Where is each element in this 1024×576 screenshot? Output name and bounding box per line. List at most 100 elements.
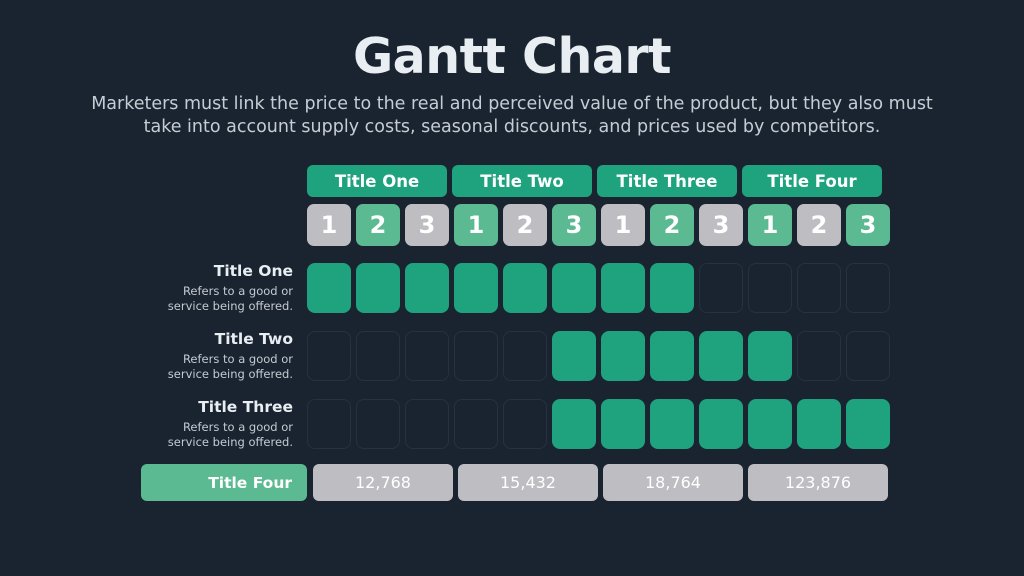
gantt-cell[interactable] bbox=[650, 263, 694, 313]
gantt-cell[interactable] bbox=[307, 331, 351, 381]
period-label: 2 bbox=[663, 211, 681, 239]
page-title: Gantt Chart bbox=[352, 28, 672, 85]
gantt-cell[interactable] bbox=[846, 263, 890, 313]
period-label: 1 bbox=[467, 211, 485, 239]
gantt-cell[interactable] bbox=[797, 331, 841, 381]
period-cell-12[interactable]: 3 bbox=[846, 204, 890, 246]
group-header-label: Title Four bbox=[767, 171, 857, 191]
period-header-cells: 1 2 3 1 2 3 1 2 3 1 2 3 bbox=[307, 204, 895, 246]
period-label: 3 bbox=[859, 211, 877, 239]
total-value-text: 123,876 bbox=[784, 473, 852, 492]
table-row: Title One Refers to a good or service be… bbox=[141, 254, 895, 322]
group-header-cells: Title One Title Two Title Three Title Fo… bbox=[307, 165, 895, 197]
period-label: 2 bbox=[516, 211, 534, 239]
gantt-cell[interactable] bbox=[699, 331, 743, 381]
row-title: Title One bbox=[213, 262, 293, 281]
period-cell-2[interactable]: 2 bbox=[356, 204, 400, 246]
period-cell-6[interactable]: 3 bbox=[552, 204, 596, 246]
gantt-cell[interactable] bbox=[797, 263, 841, 313]
total-value-1[interactable]: 12,768 bbox=[313, 464, 453, 501]
row-title: Title Two bbox=[214, 330, 293, 349]
slide: Gantt Chart Marketers must link the pric… bbox=[0, 0, 1024, 576]
gantt-cell[interactable] bbox=[503, 331, 547, 381]
group-header-label: Title Two bbox=[480, 171, 564, 191]
group-header-2[interactable]: Title Two bbox=[452, 165, 592, 197]
row-description: Refers to a good or service being offere… bbox=[167, 420, 293, 449]
totals-row: Title Four 12,768 15,432 18,764 123,876 bbox=[141, 464, 895, 501]
row-label-3: Title Three Refers to a good or service … bbox=[141, 398, 307, 449]
group-header-label: Title One bbox=[334, 171, 420, 191]
group-header-3[interactable]: Title Three bbox=[597, 165, 737, 197]
period-label: 1 bbox=[320, 211, 338, 239]
gantt-cell[interactable] bbox=[405, 399, 449, 449]
totals-label-text: Title Four bbox=[208, 473, 292, 492]
gantt-cell[interactable] bbox=[503, 263, 547, 313]
total-value-4[interactable]: 123,876 bbox=[748, 464, 888, 501]
gantt-cell[interactable] bbox=[454, 331, 498, 381]
subtitle-text: Marketers must link the price to the rea… bbox=[91, 94, 933, 137]
gantt-cell[interactable] bbox=[307, 263, 351, 313]
group-header-label: Title Three bbox=[616, 171, 718, 191]
gantt-cell[interactable] bbox=[601, 263, 645, 313]
gantt-cell[interactable] bbox=[405, 331, 449, 381]
table-row: Title Three Refers to a good or service … bbox=[141, 390, 895, 458]
period-cell-9[interactable]: 3 bbox=[699, 204, 743, 246]
period-cell-1[interactable]: 1 bbox=[307, 204, 351, 246]
period-label: 1 bbox=[614, 211, 632, 239]
total-value-text: 15,432 bbox=[500, 473, 556, 492]
gantt-cell[interactable] bbox=[454, 399, 498, 449]
gantt-cell[interactable] bbox=[846, 399, 890, 449]
gantt-cell[interactable] bbox=[307, 399, 351, 449]
gantt-cell[interactable] bbox=[650, 399, 694, 449]
period-label: 3 bbox=[565, 211, 583, 239]
gantt-cell[interactable] bbox=[552, 331, 596, 381]
gantt-cell[interactable] bbox=[748, 263, 792, 313]
total-value-2[interactable]: 15,432 bbox=[458, 464, 598, 501]
gantt-cell[interactable] bbox=[552, 399, 596, 449]
gantt-cell[interactable] bbox=[405, 263, 449, 313]
period-cell-10[interactable]: 1 bbox=[748, 204, 792, 246]
total-value-3[interactable]: 18,764 bbox=[603, 464, 743, 501]
row-label-2: Title Two Refers to a good or service be… bbox=[141, 330, 307, 381]
gantt-cell[interactable] bbox=[356, 263, 400, 313]
row-title: Title Three bbox=[198, 398, 293, 417]
total-value-text: 18,764 bbox=[645, 473, 701, 492]
gantt-cell[interactable] bbox=[552, 263, 596, 313]
gantt-cell[interactable] bbox=[454, 263, 498, 313]
gantt-cell[interactable] bbox=[797, 399, 841, 449]
period-label: 3 bbox=[418, 211, 436, 239]
gantt-cell[interactable] bbox=[356, 399, 400, 449]
group-header-row: Title One Title Two Title Three Title Fo… bbox=[141, 165, 895, 197]
gantt-cell[interactable] bbox=[846, 331, 890, 381]
gantt-cell[interactable] bbox=[699, 263, 743, 313]
period-cell-11[interactable]: 2 bbox=[797, 204, 841, 246]
gantt-cell[interactable] bbox=[503, 399, 547, 449]
gantt-cell[interactable] bbox=[356, 331, 400, 381]
period-cell-5[interactable]: 2 bbox=[503, 204, 547, 246]
gantt-cell[interactable] bbox=[601, 331, 645, 381]
period-cell-4[interactable]: 1 bbox=[454, 204, 498, 246]
group-header-4[interactable]: Title Four bbox=[742, 165, 882, 197]
gantt-cell[interactable] bbox=[650, 331, 694, 381]
gantt-cell[interactable] bbox=[699, 399, 743, 449]
row-cells-1 bbox=[307, 263, 895, 313]
row-description: Refers to a good or service being offere… bbox=[167, 352, 293, 381]
row-description: Refers to a good or service being offere… bbox=[167, 284, 293, 313]
row-label-1: Title One Refers to a good or service be… bbox=[141, 262, 307, 313]
gantt-cell[interactable] bbox=[748, 399, 792, 449]
row-cells-2 bbox=[307, 331, 895, 381]
totals-label[interactable]: Title Four bbox=[141, 464, 307, 501]
period-cell-7[interactable]: 1 bbox=[601, 204, 645, 246]
gantt-cell[interactable] bbox=[748, 331, 792, 381]
group-header-1[interactable]: Title One bbox=[307, 165, 447, 197]
period-header-row: 1 2 3 1 2 3 1 2 3 1 2 3 bbox=[141, 204, 895, 246]
period-label: 2 bbox=[810, 211, 828, 239]
period-label: 1 bbox=[761, 211, 779, 239]
period-cell-3[interactable]: 3 bbox=[405, 204, 449, 246]
gantt-cell[interactable] bbox=[601, 399, 645, 449]
table-row: Title Two Refers to a good or service be… bbox=[141, 322, 895, 390]
period-cell-8[interactable]: 2 bbox=[650, 204, 694, 246]
period-label: 3 bbox=[712, 211, 730, 239]
gantt-chart: Title One Title Two Title Three Title Fo… bbox=[141, 165, 895, 501]
total-value-text: 12,768 bbox=[355, 473, 411, 492]
